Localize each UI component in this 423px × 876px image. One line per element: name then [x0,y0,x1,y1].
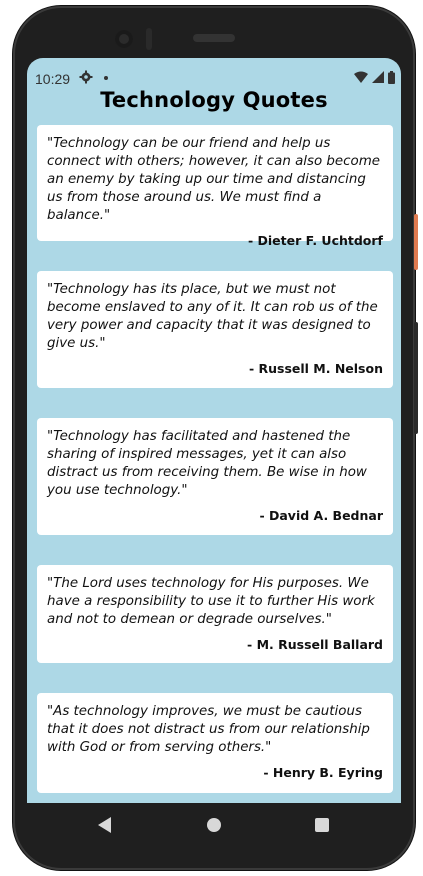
quote-text: "Technology can be our friend and help u… [47,136,381,223]
power-button[interactable] [414,214,418,270]
quote-text: "Technology has its place, but we must n… [47,282,378,351]
quote-text: "Technology has facilitated and hastened… [47,429,367,498]
home-icon[interactable] [207,818,221,832]
quote-text: "As technology improves, we must be caut… [47,704,370,755]
wifi-icon [354,71,368,83]
signal-icon [372,71,384,83]
status-time: 10:29 [35,71,71,87]
volume-button[interactable] [414,322,418,434]
quote-text: "The Lord uses technology for His purpos… [47,576,375,627]
camera-sensor [146,28,152,50]
quote-author: - Russell M. Nelson [248,361,383,376]
status-bar: 10:29 [27,58,401,87]
battery-icon [388,70,395,84]
recents-icon[interactable] [315,818,329,832]
quote-card: "As technology improves, we must be caut… [37,693,393,793]
notification-dot-icon [104,76,108,80]
quote-author: - David A. Bednar [259,508,383,523]
app-screen: 10:29 Technology Quotes "Technology can … [27,58,401,803]
quote-author: - M. Russell Ballard [247,637,383,652]
quote-card: "Technology has facilitated and hastened… [37,418,393,535]
quote-card: "The Lord uses technology for His purpos… [37,565,393,663]
quote-card: "Technology has its place, but we must n… [37,271,393,388]
quote-card: "Technology can be our friend and help u… [37,125,393,248]
earpiece-speaker [193,34,235,42]
front-camera [115,30,133,48]
status-icons [354,70,395,84]
quote-author: - Henry B. Eyring [263,765,383,780]
navigation-bar [27,803,401,847]
back-icon[interactable] [98,817,111,833]
page-title: Technology Quotes [100,88,328,112]
gear-icon [79,70,93,84]
quote-author: - Dieter F. Uchtdorf [247,233,383,248]
